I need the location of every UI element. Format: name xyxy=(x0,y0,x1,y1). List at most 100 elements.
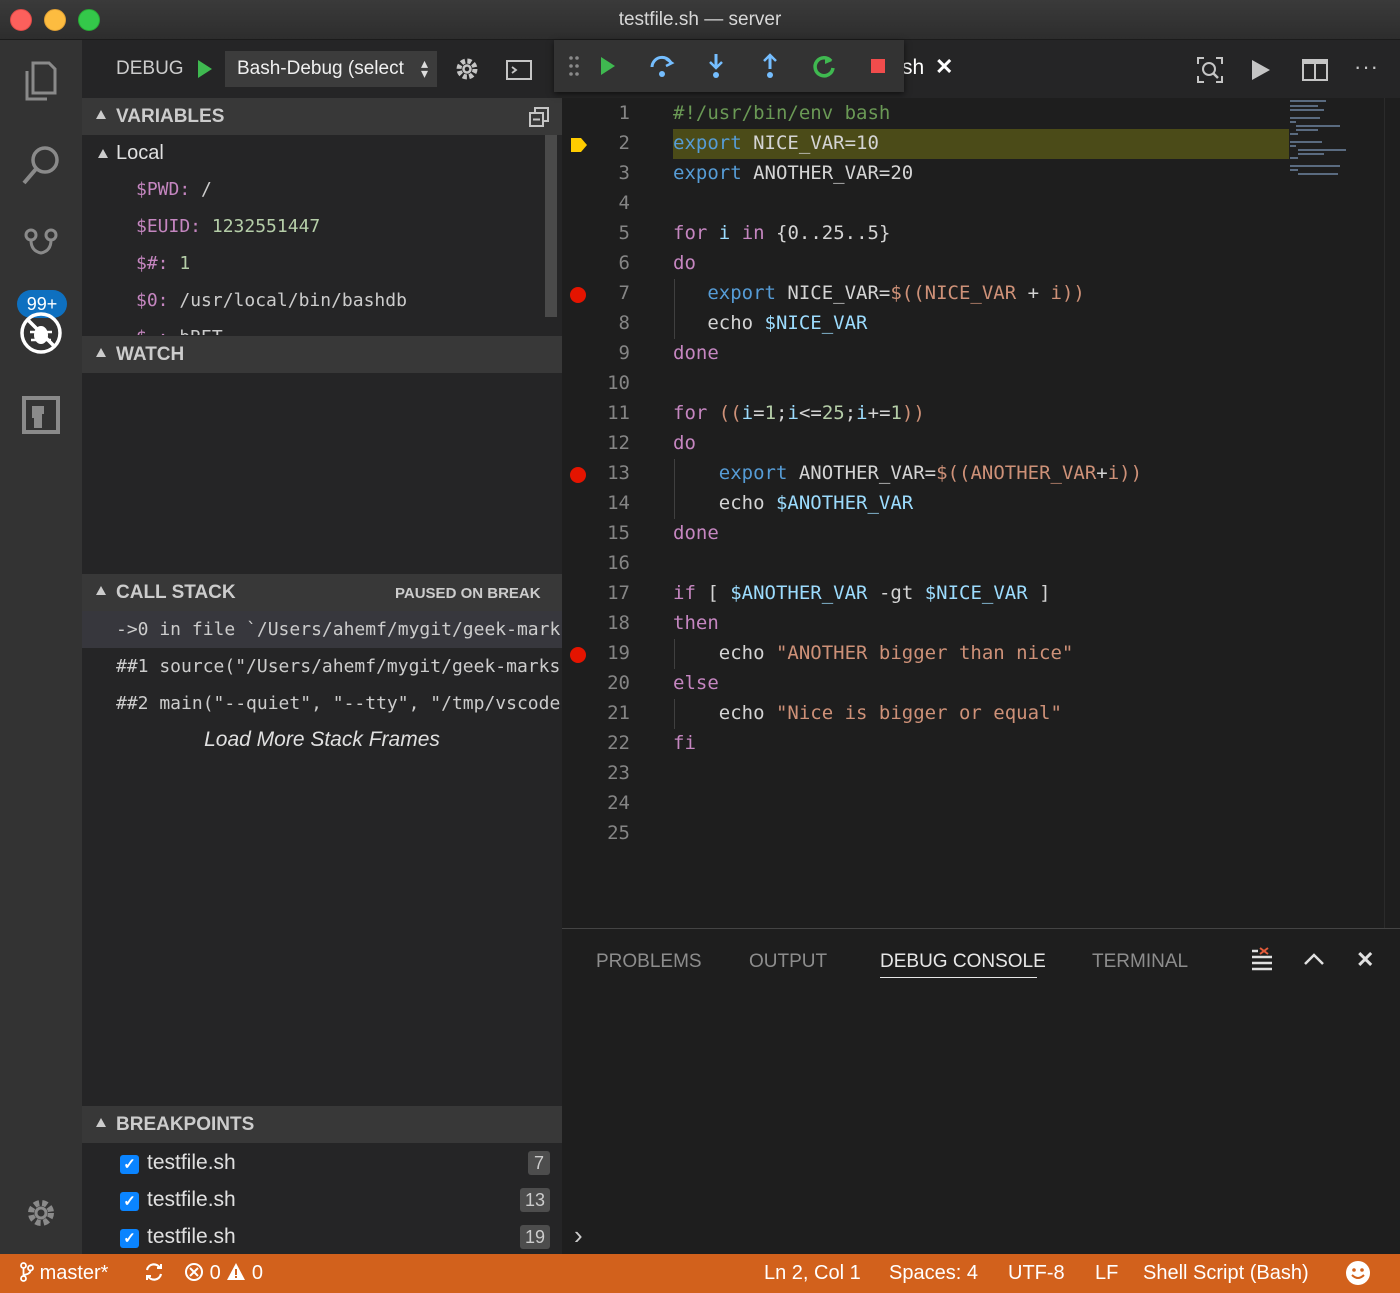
variables-section-header[interactable]: VARIABLES xyxy=(82,98,562,135)
run-icon[interactable] xyxy=(1250,58,1272,87)
configure-gear-icon[interactable] xyxy=(454,56,480,87)
stack-frame[interactable]: ->0 in file `/Users/ahemf/mygit/geek-mar… xyxy=(116,619,562,640)
code-line[interactable]: 8 echo $NICE_VAR xyxy=(562,309,1400,339)
restart-icon[interactable] xyxy=(808,50,840,82)
extensions-icon[interactable] xyxy=(16,390,66,440)
code-line[interactable]: 23 xyxy=(562,759,1400,789)
watch-section-header[interactable]: WATCH xyxy=(82,336,562,373)
minimap[interactable] xyxy=(1290,98,1382,178)
code-line[interactable]: 21 echo "Nice is bigger or equal" xyxy=(562,699,1400,729)
code-editor[interactable]: 1 #!/usr/bin/env bash 2 export NICE_VAR=10 3… xyxy=(562,98,1400,928)
language-mode[interactable]: Shell Script (Bash) xyxy=(1143,1262,1309,1285)
code-line[interactable]: 11 for ((i=1;i<=25;i+=1)) xyxy=(562,399,1400,429)
editor-tab-label[interactable]: sh xyxy=(902,56,924,80)
source-control-icon[interactable] xyxy=(16,216,66,266)
encoding[interactable]: UTF-8 xyxy=(1008,1262,1065,1285)
breakpoint-dot-icon[interactable] xyxy=(570,467,586,483)
code-line[interactable]: 2 export NICE_VAR=10 xyxy=(562,129,1400,159)
code-line[interactable]: 18 then xyxy=(562,609,1400,639)
breakpoints-section-header[interactable]: BREAKPOINTS xyxy=(82,1106,562,1143)
step-over-icon[interactable] xyxy=(646,50,678,82)
code-line[interactable]: 19 echo "ANOTHER bigger than nice" xyxy=(562,639,1400,669)
code-line[interactable]: 25 xyxy=(562,819,1400,849)
breakpoint-item[interactable]: ✓ testfile.sh 19 xyxy=(120,1221,550,1255)
debug-toolbar: DEBUG Bash-Debug (select ▴ ▾ xyxy=(82,40,562,98)
debug-icon[interactable] xyxy=(16,308,66,358)
variables-scrollbar[interactable] xyxy=(545,135,557,317)
end-of-line[interactable]: LF xyxy=(1095,1262,1118,1285)
breakpoint-checkbox[interactable]: ✓ xyxy=(120,1229,139,1248)
variable-row[interactable]: $_: bRET xyxy=(136,327,223,335)
variable-row[interactable]: $EUID: 1232551447 xyxy=(136,216,320,237)
stop-icon[interactable] xyxy=(862,50,894,82)
split-editor-icon[interactable] xyxy=(1302,59,1328,86)
code-token: "ANOTHER bigger than nice" xyxy=(775,642,1074,664)
code-line[interactable]: 20 else xyxy=(562,669,1400,699)
code-line[interactable]: 6 do xyxy=(562,249,1400,279)
code-line[interactable]: 4 xyxy=(562,189,1400,219)
breakpoint-checkbox[interactable]: ✓ xyxy=(120,1155,139,1174)
debug-console-icon[interactable] xyxy=(506,60,532,85)
close-panel-icon[interactable]: ✕ xyxy=(1356,947,1374,973)
tab-terminal[interactable]: TERMINAL xyxy=(1092,951,1188,973)
code-line[interactable]: 24 xyxy=(562,789,1400,819)
breakpoint-dot-icon[interactable] xyxy=(570,647,586,663)
feedback-smiley-icon[interactable] xyxy=(1345,1260,1371,1292)
code-line[interactable]: 1 #!/usr/bin/env bash xyxy=(562,99,1400,129)
code-line[interactable]: 3 export ANOTHER_VAR=20 xyxy=(562,159,1400,189)
code-line[interactable]: 7 export NICE_VAR=$((NICE_VAR + i)) xyxy=(562,279,1400,309)
collapse-all-icon[interactable] xyxy=(528,106,550,134)
stack-frame[interactable]: ##2 main("--quiet", "--tty", "/tmp/vscod… xyxy=(116,693,562,714)
explorer-icon[interactable] xyxy=(16,56,66,106)
code-line[interactable]: 22 fi xyxy=(562,729,1400,759)
local-scope[interactable]: Local xyxy=(116,142,164,165)
variable-row[interactable]: $PWD: / xyxy=(136,179,212,200)
console-input[interactable] xyxy=(602,1225,1382,1249)
code-line[interactable]: 5 for i in {0..25..5} xyxy=(562,219,1400,249)
breakpoint-checkbox[interactable]: ✓ xyxy=(120,1192,139,1211)
drag-handle-icon[interactable] xyxy=(558,50,590,82)
code-line[interactable]: 10 xyxy=(562,369,1400,399)
variable-row[interactable]: $#: 1 xyxy=(136,253,190,274)
start-debugging-icon[interactable] xyxy=(196,58,214,85)
problems-status[interactable]: 0 0 xyxy=(184,1262,263,1285)
more-actions-icon[interactable]: ··· xyxy=(1354,54,1379,80)
indentation[interactable]: Spaces: 4 xyxy=(889,1262,978,1285)
tab-problems[interactable]: PROBLEMS xyxy=(596,951,702,973)
code-line[interactable]: 17 if [ $ANOTHER_VAR -gt $NICE_VAR ] xyxy=(562,579,1400,609)
console-prompt[interactable]: › xyxy=(574,1222,583,1248)
tab-output[interactable]: OUTPUT xyxy=(749,951,827,973)
git-branch[interactable]: master* xyxy=(20,1262,108,1285)
breakpoint-item[interactable]: ✓ testfile.sh 13 xyxy=(120,1184,550,1218)
code-text: do xyxy=(673,432,696,454)
line-number: 14 xyxy=(607,492,630,514)
code-token: echo xyxy=(673,702,776,724)
code-line[interactable]: 9 done xyxy=(562,339,1400,369)
editor-scrollbar[interactable] xyxy=(1384,98,1400,928)
code-line[interactable]: 14 echo $ANOTHER_VAR xyxy=(562,489,1400,519)
step-into-icon[interactable] xyxy=(700,50,732,82)
search-icon[interactable] xyxy=(16,140,66,190)
breakpoint-dot-icon[interactable] xyxy=(570,287,586,303)
code-line[interactable]: 12 do xyxy=(562,429,1400,459)
code-line[interactable]: 15 done xyxy=(562,519,1400,549)
code-line[interactable]: 13 export ANOTHER_VAR=$((ANOTHER_VAR+i)) xyxy=(562,459,1400,489)
expand-triangle-icon[interactable] xyxy=(98,149,108,158)
continue-icon[interactable] xyxy=(592,50,624,82)
clear-console-icon[interactable] xyxy=(1250,947,1274,978)
step-out-icon[interactable] xyxy=(754,50,786,82)
cursor-position[interactable]: Ln 2, Col 1 xyxy=(764,1262,861,1285)
load-more-stack-frames-link[interactable]: Load More Stack Frames xyxy=(82,728,562,752)
code-line[interactable]: 16 xyxy=(562,549,1400,579)
stack-frame[interactable]: ##1 source("/Users/ahemf/mygit/geek-mark… xyxy=(116,656,562,677)
tab-debug-console[interactable]: DEBUG CONSOLE xyxy=(880,951,1046,973)
maximize-panel-icon[interactable] xyxy=(1302,951,1326,972)
breakpoint-item[interactable]: ✓ testfile.sh 7 xyxy=(120,1147,550,1181)
open-changes-icon[interactable] xyxy=(1196,56,1224,89)
call-stack-section-header[interactable]: CALL STACK PAUSED ON BREAK xyxy=(82,574,562,611)
settings-gear-icon[interactable] xyxy=(16,1188,66,1238)
close-tab-icon[interactable]: ✕ xyxy=(935,54,953,80)
variable-row[interactable]: $0: /usr/local/bin/bashdb xyxy=(136,290,407,311)
sync-icon[interactable] xyxy=(144,1262,164,1288)
code-token: done xyxy=(673,522,719,544)
